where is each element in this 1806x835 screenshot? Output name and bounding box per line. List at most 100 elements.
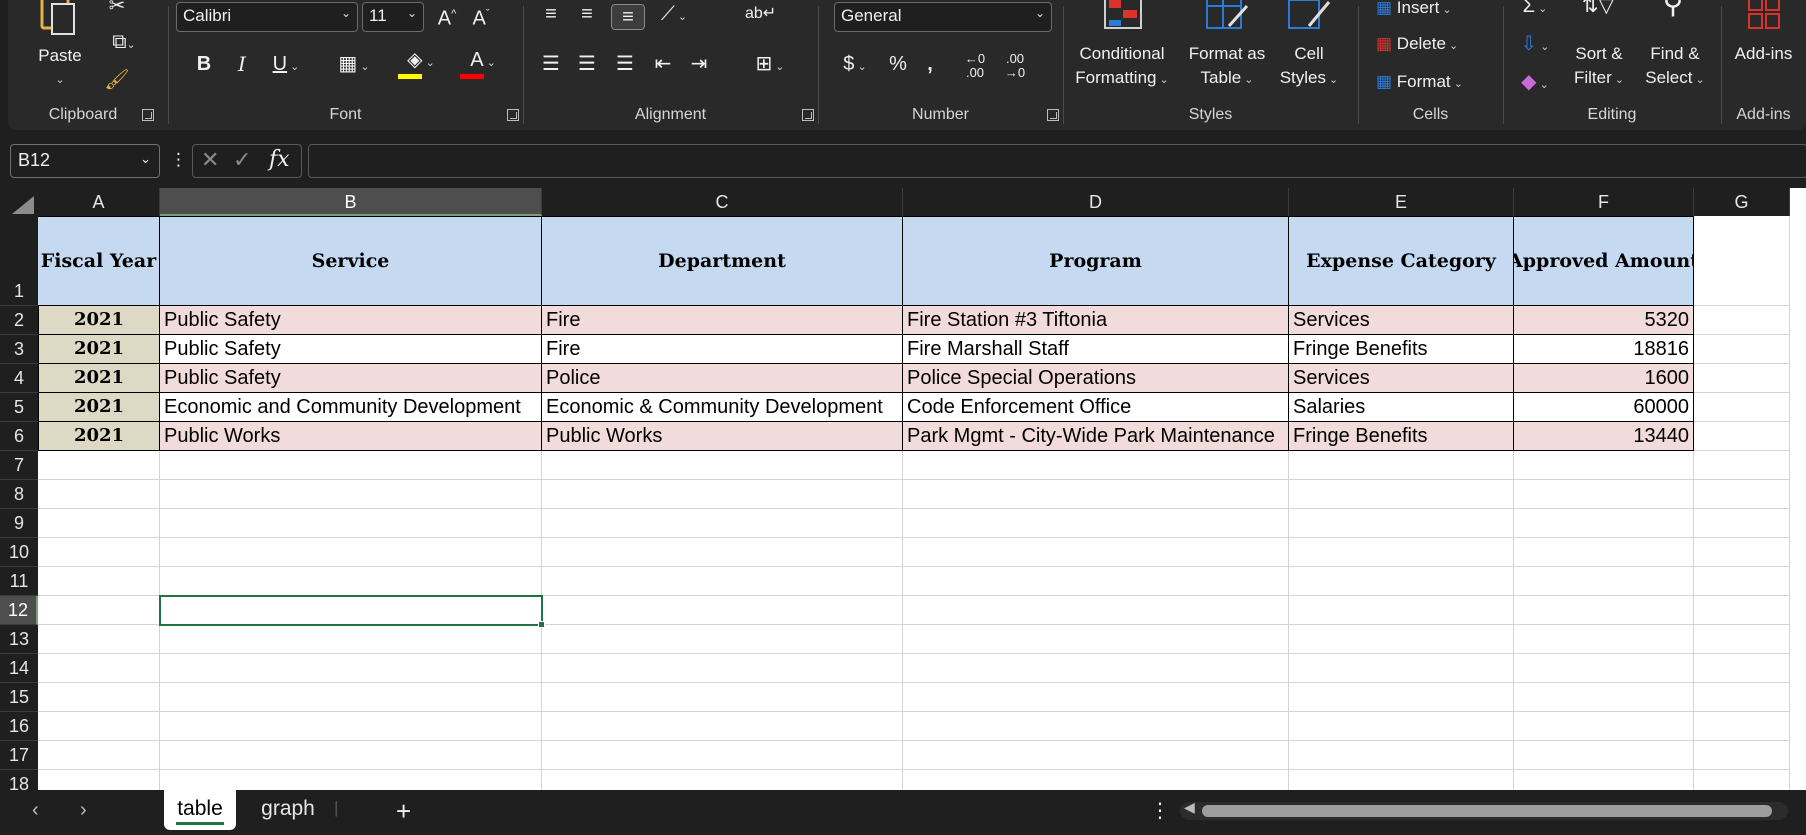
align-center-icon[interactable]: ☰ (573, 52, 601, 76)
comma-style-icon[interactable]: , (918, 52, 942, 76)
table-cell-amount[interactable]: 60000 (1514, 393, 1694, 422)
table-cell-department[interactable]: Police (542, 364, 903, 393)
grid-cell[interactable] (1694, 770, 1790, 790)
conditional-formatting-icon[interactable] (1101, 0, 1145, 36)
grid-cell[interactable] (38, 712, 160, 741)
column-header-a[interactable]: A (38, 188, 160, 216)
grid-cell[interactable] (1289, 451, 1514, 480)
table-cell-service[interactable]: Economic and Community Development (160, 393, 542, 422)
grid-cell[interactable] (542, 480, 903, 509)
grid-cell[interactable] (542, 741, 903, 770)
table-cell-year[interactable]: 2021 (38, 335, 160, 364)
wrap-text-icon[interactable]: ab↵ (745, 2, 776, 26)
grid-cell[interactable] (1514, 538, 1694, 567)
column-header-d[interactable]: D (903, 188, 1289, 216)
grid-cell[interactable] (542, 451, 903, 480)
column-header-g[interactable]: G (1694, 188, 1790, 216)
row-header-10[interactable]: 10 (0, 538, 38, 567)
grid-cell[interactable] (160, 770, 542, 790)
table-cell-year[interactable]: 2021 (38, 306, 160, 335)
grid-cell[interactable] (1514, 509, 1694, 538)
grid-cell[interactable] (542, 683, 903, 712)
insert-button[interactable]: ▦ Insert ⌄ (1376, 0, 1496, 22)
grid-cell[interactable] (1694, 451, 1790, 480)
grid-cell[interactable] (38, 683, 160, 712)
row-header-5[interactable]: 5 (0, 393, 38, 422)
column-header-e[interactable]: E (1289, 188, 1514, 216)
decrease-font-size-icon[interactable]: Aˇ (466, 2, 496, 31)
grid-cell[interactable] (1694, 422, 1790, 451)
add-sheet-icon[interactable]: + (396, 796, 411, 827)
sort-filter-icon[interactable]: ⇅▽ (1573, 0, 1623, 18)
grid-cell[interactable] (542, 538, 903, 567)
alignment-launcher-icon[interactable] (802, 109, 814, 121)
grid-cell[interactable] (1694, 596, 1790, 625)
table-cell-program[interactable]: Park Mgmt - City-Wide Park Maintenance (903, 422, 1289, 451)
grid-cell[interactable] (1694, 216, 1790, 306)
grid-cell[interactable] (903, 509, 1289, 538)
row-header-8[interactable]: 8 (0, 480, 38, 509)
grid-cell[interactable] (903, 654, 1289, 683)
cancel-icon[interactable]: ✕ (201, 147, 219, 173)
grid-cell[interactable] (903, 567, 1289, 596)
table-cell-service[interactable]: Public Safety (160, 364, 542, 393)
format-as-table-button[interactable]: Format as Table ⌄ (1183, 42, 1271, 92)
grid-cell[interactable] (160, 596, 542, 625)
grid-cell[interactable] (1694, 509, 1790, 538)
row-header-9[interactable]: 9 (0, 509, 38, 538)
font-color-icon[interactable]: A ⌄ (456, 48, 510, 79)
table-cell-category[interactable]: Fringe Benefits (1289, 335, 1514, 364)
table-cell-program[interactable]: Fire Station #3 Tiftonia (903, 306, 1289, 335)
percent-icon[interactable]: % (884, 52, 912, 76)
table-cell-program[interactable]: Code Enforcement Office (903, 393, 1289, 422)
table-header-cell[interactable]: Approved Amount (1514, 216, 1694, 306)
grid-cell[interactable] (38, 770, 160, 790)
table-cell-service[interactable]: Public Safety (160, 335, 542, 364)
grid-cell[interactable] (160, 451, 542, 480)
table-cell-category[interactable]: Services (1289, 364, 1514, 393)
grid-cell[interactable] (160, 509, 542, 538)
grid-cell[interactable] (38, 625, 160, 654)
sheet-tab-graph[interactable]: graph (248, 790, 328, 830)
orientation-icon[interactable]: ⟋ ⌄ (651, 2, 697, 29)
horizontal-scrollbar[interactable]: ◀ (1180, 799, 1788, 820)
grid-cell[interactable] (1289, 538, 1514, 567)
grid-cell[interactable] (903, 683, 1289, 712)
cut-icon[interactable]: ✂ (104, 0, 130, 18)
next-sheet-icon[interactable]: › (80, 799, 87, 822)
grid-cell[interactable] (1514, 683, 1694, 712)
align-top-icon[interactable]: ≡ (537, 2, 565, 26)
table-cell-amount[interactable]: 18816 (1514, 335, 1694, 364)
grid-cell[interactable] (542, 596, 903, 625)
row-header-7[interactable]: 7 (0, 451, 38, 480)
grid-cell[interactable] (38, 741, 160, 770)
grid-cell[interactable] (1289, 770, 1514, 790)
grid-cell[interactable] (542, 770, 903, 790)
grid-cell[interactable] (1694, 567, 1790, 596)
grid-cell[interactable] (160, 480, 542, 509)
grid-cell[interactable] (1289, 596, 1514, 625)
addins-icon[interactable] (1745, 0, 1783, 36)
column-header-c[interactable]: C (542, 188, 903, 216)
grid-cell[interactable] (38, 596, 160, 625)
row-header-17[interactable]: 17 (0, 741, 38, 770)
grid-cell[interactable] (1514, 712, 1694, 741)
merge-center-icon[interactable]: ⊞ ⌄ (745, 52, 795, 79)
grid-cell[interactable] (160, 654, 542, 683)
grid-cell[interactable] (1514, 451, 1694, 480)
addins-button[interactable]: Add-ins (1721, 42, 1806, 66)
table-cell-year[interactable]: 2021 (38, 422, 160, 451)
font-launcher-icon[interactable] (507, 109, 519, 121)
grid-cell[interactable] (903, 596, 1289, 625)
table-cell-department[interactable]: Fire (542, 335, 903, 364)
grid-cell[interactable] (38, 567, 160, 596)
row-header-1[interactable]: 1 (0, 216, 38, 306)
font-size-combo[interactable]: 11 ⌄ (362, 2, 424, 32)
table-cell-department[interactable]: Public Works (542, 422, 903, 451)
grid-cell[interactable] (38, 538, 160, 567)
font-name-combo[interactable]: Calibri ⌄ (176, 2, 358, 32)
find-select-button[interactable]: Find & Select ⌄ (1641, 42, 1709, 92)
grid-cell[interactable] (1289, 683, 1514, 712)
italic-icon[interactable]: I (230, 52, 254, 76)
grid-cell[interactable] (1694, 335, 1790, 364)
